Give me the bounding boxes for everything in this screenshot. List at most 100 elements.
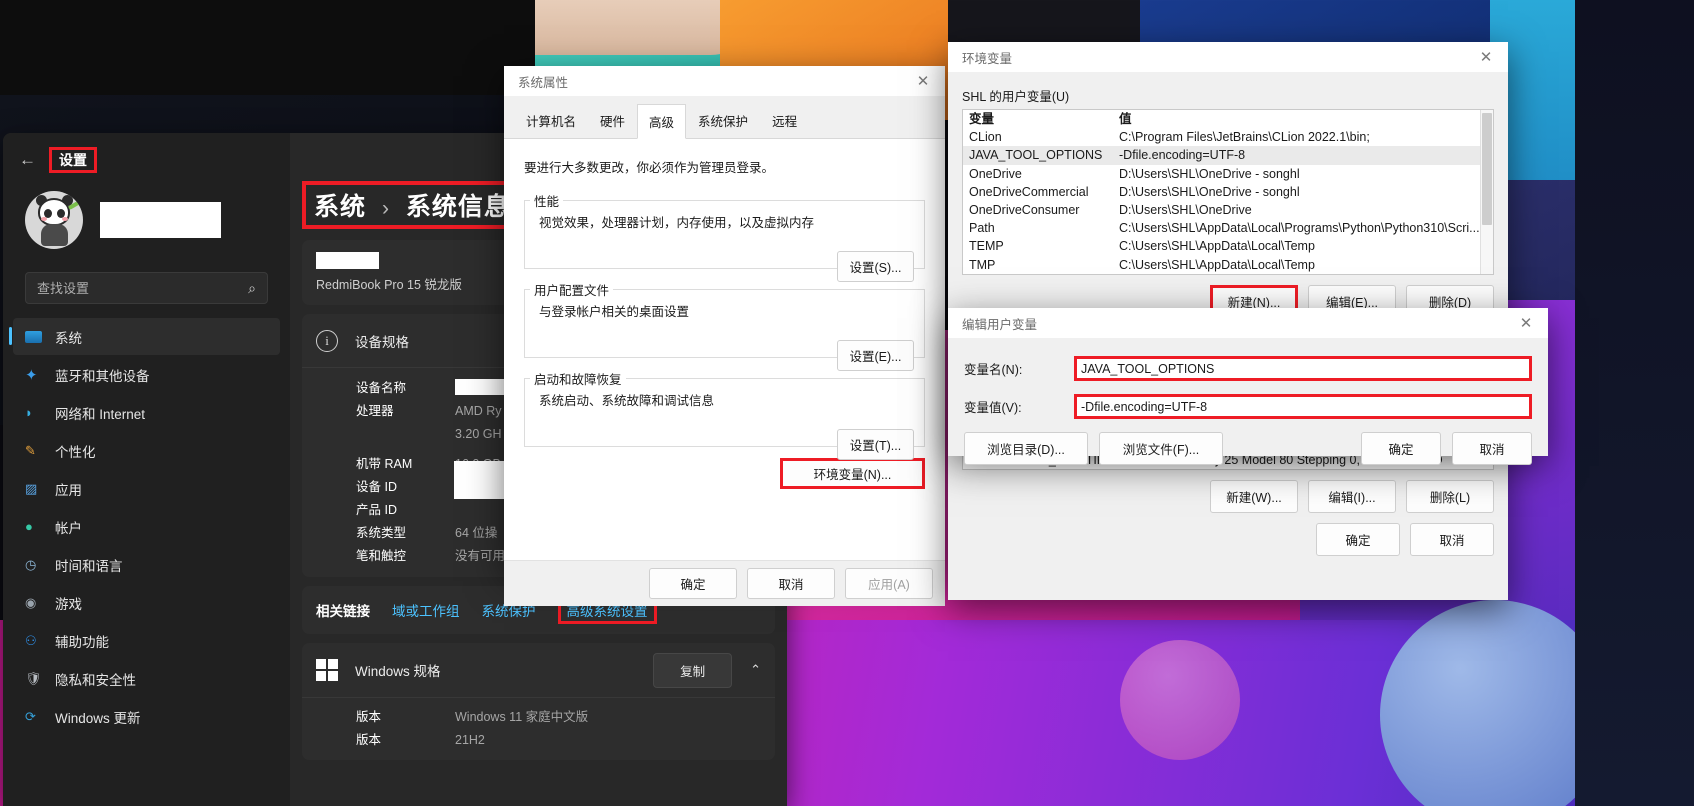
sidebar-item-apps[interactable]: ▨ 应用 <box>13 470 280 507</box>
screen: ← 设置 ⌕ <box>0 0 1694 806</box>
sysprops-apply-button: 应用(A) <box>845 568 933 599</box>
user-profiles-legend: 用户配置文件 <box>534 284 610 298</box>
related-links-label: 相关链接 <box>316 604 370 619</box>
search-icon: ⌕ <box>248 279 256 296</box>
editvar-cancel-button[interactable]: 取消 <box>1452 432 1532 465</box>
sidebar-item-label: 隐私和安全性 <box>55 672 136 688</box>
spec-key: 版本 <box>356 733 382 747</box>
settings-nav: 系统 ✦ 蓝牙和其他设备 ◗ 网络和 Internet ✎ 个性化 ▨ 应用 ●… <box>3 318 290 735</box>
network-icon: ◗ <box>25 405 33 420</box>
search-settings-box[interactable]: ⌕ <box>25 272 268 304</box>
variable-name: TMP <box>969 257 996 272</box>
sidebar-item-time-language[interactable]: ◷ 时间和语言 <box>13 546 280 583</box>
browse-file-button[interactable]: 浏览文件(F)... <box>1099 432 1223 465</box>
variable-value-input[interactable] <box>1074 394 1532 419</box>
spec-key: 产品 ID <box>356 503 397 517</box>
sysprops-ok-button[interactable]: 确定 <box>649 568 737 599</box>
sysprops-cancel-button[interactable]: 取消 <box>747 568 835 599</box>
system-icon <box>25 330 55 343</box>
link-domain-workgroup[interactable]: 域或工作组 <box>392 600 460 620</box>
search-input[interactable] <box>37 280 249 296</box>
variable-value: -Dfile.encoding=UTF-8 <box>1113 146 1493 165</box>
table-row[interactable]: OneDriveCommercial D:\Users\SHL\OneDrive … <box>963 183 1493 201</box>
user-profiles-settings-button[interactable]: 设置(E)... <box>837 340 914 371</box>
variable-name: OneDriveCommercial <box>969 184 1089 199</box>
envvars-cancel-button[interactable]: 取消 <box>1410 523 1494 557</box>
sidebar-item-personalization[interactable]: ✎ 个性化 <box>13 432 280 469</box>
performance-group: 性能 视觉效果，处理器计划，内存使用，以及虚拟内存 设置(S)... <box>524 191 925 282</box>
sidebar-item-system[interactable]: 系统 <box>9 318 280 355</box>
spec-value: Windows 11 家庭中文版 <box>455 710 589 724</box>
system-delete-button[interactable]: 删除(L) <box>1406 480 1494 514</box>
variable-value: C:\Users\SHL\AppData\Local\Temp <box>1119 257 1315 272</box>
variable-value: D:\Users\SHL\OneDrive - songhl <box>1119 184 1300 199</box>
startup-recovery-settings-button[interactable]: 设置(T)... <box>837 429 914 460</box>
admin-note: 要进行大多数更改，你必须作为管理员登录。 <box>524 161 775 175</box>
spec-key: 笔和触控 <box>356 549 407 563</box>
table-row[interactable]: TEMP C:\Users\SHL\AppData\Local\Temp <box>963 237 1493 255</box>
sidebar-item-network[interactable]: ◗ 网络和 Internet <box>13 394 280 431</box>
env-vars-footer: 确定 取消 <box>948 513 1508 557</box>
user-profile[interactable] <box>3 181 290 253</box>
tab-system-protection[interactable]: 系统保护 <box>686 103 760 138</box>
table-row[interactable]: CLion C:\Program Files\JetBrains\CLion 20… <box>963 128 1493 146</box>
sidebar-item-gaming[interactable]: ◉ 游戏 <box>13 584 280 621</box>
sidebar-item-windows-update[interactable]: ⟳ Windows 更新 <box>13 698 280 735</box>
user-variables-scrollbar[interactable] <box>1480 110 1493 274</box>
windows-spec-card: Windows 规格 复制 ⌃ 版本 Windows 11 家庭中文版 版本 21H… <box>302 643 775 760</box>
tab-advanced[interactable]: 高级 <box>637 104 687 139</box>
edit-var-titlebar: 编辑用户变量 ✕ <box>948 308 1548 338</box>
chevron-up-icon[interactable]: ⌃ <box>750 662 761 678</box>
variable-name-label: 变量名(N): <box>964 363 1023 377</box>
copy-button[interactable]: 复制 <box>653 652 733 688</box>
sidebar-item-accounts[interactable]: ● 帐户 <box>13 508 280 545</box>
table-row[interactable]: JAVA_TOOL_OPTIONS -Dfile.encoding=UTF-8 <box>963 146 1493 165</box>
performance-settings-button[interactable]: 设置(S)... <box>837 251 914 282</box>
spec-value: AMD Ry <box>455 404 502 418</box>
system-edit-button[interactable]: 编辑(I)... <box>1308 480 1396 514</box>
column-header-variable: 变量 <box>969 112 995 126</box>
table-row[interactable]: TMP C:\Users\SHL\AppData\Local\Temp <box>963 256 1493 274</box>
windows-spec-header: Windows 规格 复制 ⌃ <box>302 643 775 697</box>
sidebar-item-bluetooth[interactable]: ✦ 蓝牙和其他设备 <box>13 356 280 393</box>
breadcrumb-separator-icon: › <box>381 197 390 220</box>
user-variables-label: SHL 的用户变量(U) <box>962 90 1070 104</box>
table-row[interactable]: Path C:\Users\SHL\AppData\Local\Programs\… <box>963 219 1493 237</box>
close-icon[interactable]: ✕ <box>901 66 945 96</box>
variable-value: D:\Users\SHL\OneDrive - songhl <box>1119 166 1300 181</box>
system-new-button[interactable]: 新建(W)... <box>1210 480 1298 514</box>
sidebar-item-accessibility[interactable]: ⚇ 辅助功能 <box>13 622 280 659</box>
spec-key <box>356 423 455 446</box>
user-profiles-description: 与登录帐户相关的桌面设置 <box>539 305 690 319</box>
variable-name: JAVA_TOOL_OPTIONS <box>963 146 1113 165</box>
breadcrumb-current: 系统信息 <box>405 193 510 221</box>
variable-name-input[interactable] <box>1074 356 1532 381</box>
table-row[interactable]: OneDriveConsumer D:\Users\SHL\OneDrive <box>963 201 1493 219</box>
startup-recovery-legend: 启动和故障恢复 <box>534 373 622 387</box>
close-icon[interactable]: ✕ <box>1464 42 1508 72</box>
breadcrumb-root[interactable]: 系统 <box>314 193 366 221</box>
user-variables-table[interactable]: 变量 值 CLion C:\Program Files\JetBrains\CLi… <box>963 110 1493 274</box>
scrollbar-thumb[interactable] <box>1482 113 1492 225</box>
close-icon[interactable]: ✕ <box>1504 308 1548 338</box>
envvars-ok-button[interactable]: 确定 <box>1316 523 1400 557</box>
browse-directory-button[interactable]: 浏览目录(D)... <box>964 432 1088 465</box>
back-arrow-icon[interactable]: ← <box>19 150 49 170</box>
variable-value: C:\Users\SHL\AppData\Local\Programs\Pyth… <box>1119 221 1480 236</box>
performance-legend: 性能 <box>534 195 560 209</box>
variable-name-row: 变量名(N): <box>964 356 1532 381</box>
spec-key: 处理器 <box>356 404 394 418</box>
windows-spec-title: Windows 规格 <box>355 664 441 679</box>
table-row[interactable]: OneDrive D:\Users\SHL\OneDrive - songhl <box>963 165 1493 183</box>
sidebar-item-privacy[interactable]: 🛡 隐私和安全性 <box>13 660 280 697</box>
spec-key: 系统类型 <box>356 526 407 540</box>
system-variables-buttons: 新建(W)... 编辑(I)... 删除(L) <box>962 480 1494 514</box>
dialog-title: 系统属性 <box>518 75 569 90</box>
editvar-ok-button[interactable]: 确定 <box>1361 432 1441 465</box>
spec-value: 没有可用 <box>455 549 506 563</box>
tab-hardware[interactable]: 硬件 <box>588 103 637 138</box>
edit-var-body: 变量名(N): 变量值(V): <box>948 338 1548 419</box>
tab-remote[interactable]: 远程 <box>760 103 809 138</box>
spec-row: 版本 21H2 <box>302 729 775 752</box>
tab-computer-name[interactable]: 计算机名 <box>514 103 588 138</box>
